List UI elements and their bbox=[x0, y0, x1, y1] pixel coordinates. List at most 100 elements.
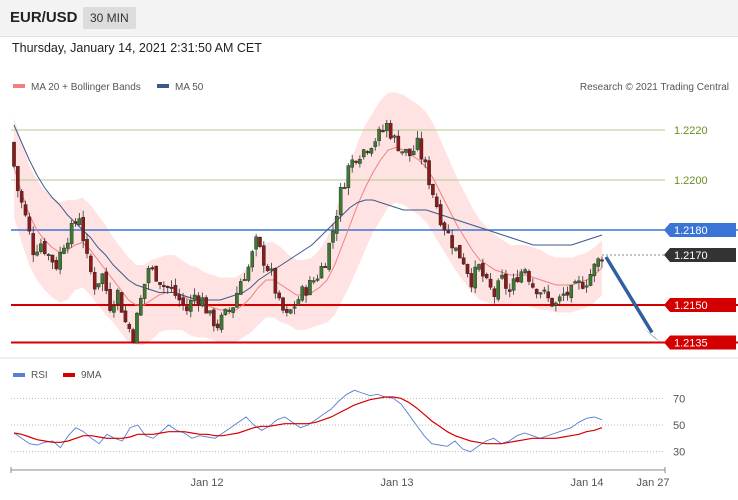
candle-body bbox=[404, 148, 408, 153]
candle-body bbox=[507, 289, 512, 292]
candle-body bbox=[115, 289, 120, 305]
candle-body bbox=[139, 297, 143, 316]
candle-body bbox=[434, 196, 439, 207]
candle-body bbox=[388, 123, 393, 139]
candle-body bbox=[185, 306, 189, 312]
candle-body bbox=[123, 310, 128, 323]
candle-body bbox=[35, 251, 39, 256]
candle-body bbox=[500, 274, 504, 279]
rsi-ma-line bbox=[13, 396, 603, 445]
candle-body bbox=[588, 273, 593, 286]
level-label-1-2200: 1.2200 bbox=[674, 175, 708, 187]
candle-body bbox=[361, 149, 366, 158]
candle-body bbox=[458, 244, 462, 259]
candle-body bbox=[534, 288, 539, 295]
candle-body bbox=[181, 297, 185, 305]
candle-body bbox=[481, 262, 485, 277]
candle-body bbox=[258, 236, 262, 247]
candle-body bbox=[219, 314, 224, 330]
candle-body bbox=[204, 297, 208, 314]
candle-body bbox=[288, 309, 293, 314]
candle-body bbox=[235, 292, 239, 308]
candle-body bbox=[504, 273, 508, 289]
candle-body bbox=[308, 280, 312, 296]
legend-9ma-swatch bbox=[63, 373, 75, 377]
candle-body bbox=[365, 151, 370, 154]
rsi-tick-30: 30 bbox=[673, 447, 685, 459]
candle-body bbox=[277, 292, 281, 299]
candle-body bbox=[285, 308, 289, 313]
candle-body bbox=[411, 150, 416, 156]
candle-body bbox=[19, 191, 24, 203]
candle-body bbox=[346, 165, 351, 189]
candle-body bbox=[215, 323, 220, 329]
candle-body bbox=[31, 233, 36, 256]
candle-body bbox=[142, 283, 147, 299]
candle-body bbox=[546, 291, 550, 299]
candle-body bbox=[89, 255, 93, 272]
price-chart: MA 20 + Bollinger Bands MA 50 Research ©… bbox=[0, 82, 738, 489]
candle-body bbox=[162, 285, 166, 288]
candle-body bbox=[438, 204, 443, 226]
candle-body bbox=[442, 222, 447, 231]
copyright-text: Research © 2021 Trading Central bbox=[580, 82, 729, 93]
candle-body bbox=[96, 283, 101, 288]
candle-body bbox=[119, 292, 124, 313]
rsi-line bbox=[13, 389, 603, 453]
candle-body bbox=[265, 266, 270, 272]
forecast-arrow-shaft bbox=[604, 256, 654, 334]
candle-body bbox=[177, 294, 182, 301]
level-label-1-2180: 1.2180 bbox=[674, 225, 708, 237]
candle-body bbox=[515, 277, 520, 283]
candle-body bbox=[484, 274, 489, 279]
candle-body bbox=[550, 297, 554, 307]
x-tick-jan27: Jan 27 bbox=[636, 477, 669, 489]
candle-body bbox=[135, 312, 139, 344]
candle-body bbox=[200, 297, 205, 307]
candle-body bbox=[419, 138, 424, 160]
candle-body bbox=[165, 286, 170, 288]
candle-body bbox=[557, 296, 562, 302]
legend-ma50-swatch bbox=[157, 84, 169, 88]
candle-body bbox=[192, 294, 197, 301]
candle-body bbox=[600, 259, 604, 262]
level-label-1-2135: 1.2135 bbox=[674, 338, 708, 350]
candle-body bbox=[415, 137, 420, 150]
candle-body bbox=[527, 271, 531, 282]
candle-body bbox=[427, 160, 431, 186]
candle-body bbox=[269, 268, 274, 271]
candle-body bbox=[561, 293, 566, 296]
candle-body bbox=[473, 266, 477, 289]
candle-body bbox=[66, 242, 70, 249]
candle-body bbox=[281, 297, 285, 311]
candle-body bbox=[150, 267, 155, 270]
candle-body bbox=[50, 254, 55, 263]
candle-body bbox=[396, 135, 401, 152]
candle-body bbox=[231, 307, 235, 313]
candle-body bbox=[246, 266, 251, 281]
candle-body bbox=[531, 283, 535, 288]
candle-body bbox=[350, 159, 354, 168]
x-tick-jan13: Jan 13 bbox=[380, 477, 413, 489]
candle-body bbox=[573, 281, 577, 284]
candle-body bbox=[146, 268, 151, 284]
candle-body bbox=[335, 216, 339, 234]
candle-body bbox=[542, 289, 547, 292]
rsi-tick-70: 70 bbox=[673, 393, 685, 405]
candle-body bbox=[62, 247, 66, 254]
candle-body bbox=[39, 243, 43, 252]
candle-body bbox=[358, 158, 362, 164]
candle-body bbox=[377, 128, 381, 141]
candle-body bbox=[569, 285, 574, 298]
candle-body bbox=[408, 148, 412, 157]
candle-body bbox=[327, 243, 331, 270]
candle-body bbox=[400, 151, 404, 154]
legend-ma20-label: MA 20 + Bollinger Bands bbox=[31, 82, 141, 93]
candle-body bbox=[154, 265, 158, 282]
candle-body bbox=[577, 280, 581, 283]
candle-body bbox=[580, 281, 585, 289]
candle-body bbox=[538, 292, 543, 295]
candle-body bbox=[262, 245, 266, 266]
candle-body bbox=[131, 329, 135, 342]
legend-rsi-swatch bbox=[13, 373, 25, 377]
